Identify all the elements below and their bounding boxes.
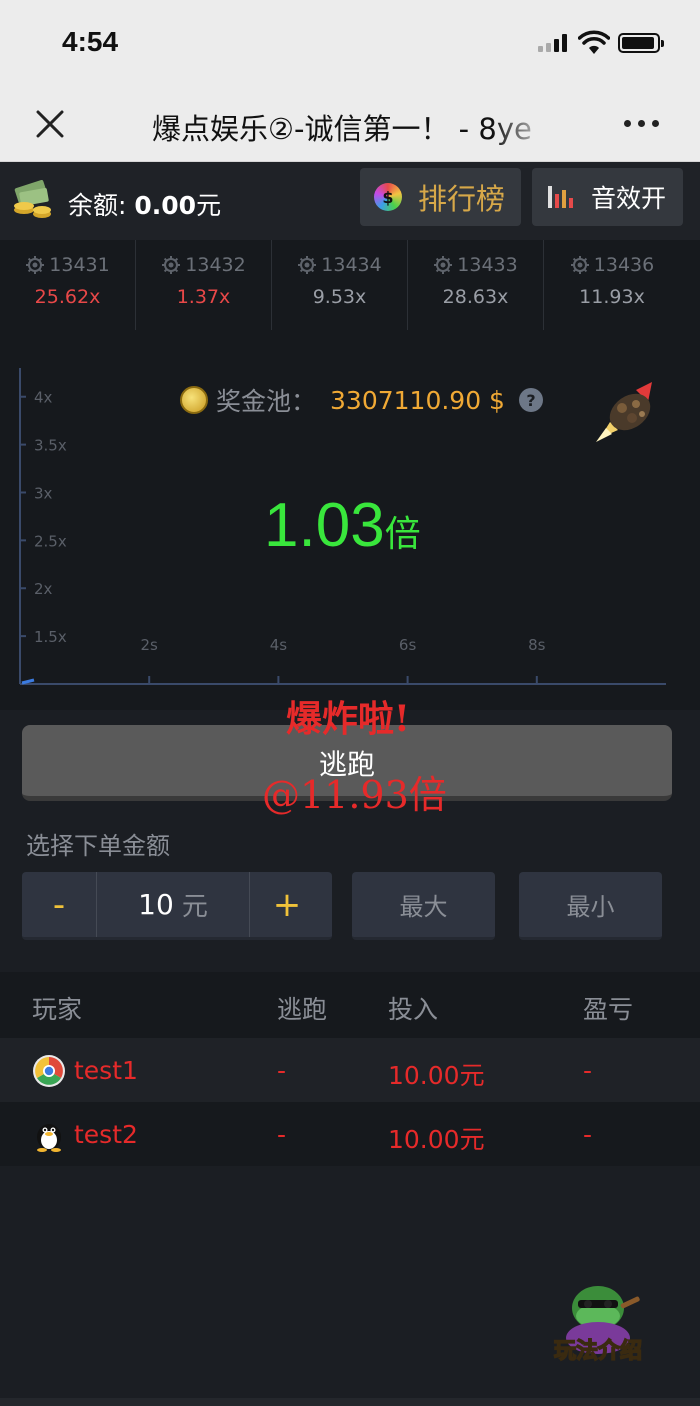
more-options-icon[interactable] bbox=[624, 120, 659, 127]
bottom-edge bbox=[0, 1398, 700, 1406]
multiplier-value: 1.03 bbox=[264, 491, 385, 560]
y-tick-label: 2.5x bbox=[34, 532, 67, 550]
x-tick-label: 6s bbox=[399, 636, 417, 654]
cellular-signal-icon bbox=[538, 34, 567, 52]
bet-amount-label: 选择下单金额 bbox=[26, 832, 170, 860]
leaderboard-button[interactable]: $ 排行榜 bbox=[360, 168, 521, 226]
history-multiplier: 25.62x bbox=[34, 286, 101, 308]
page-title: 爆点娱乐②-诚信第一！ - 8ye bbox=[152, 112, 532, 146]
dollar-coin-icon: $ bbox=[374, 183, 402, 211]
history-round-id: 13436 bbox=[593, 254, 655, 276]
sound-toggle-label: 音效开 bbox=[591, 184, 667, 213]
y-tick-label: 4x bbox=[34, 389, 53, 407]
current-multiplier: 1.03倍 bbox=[264, 490, 421, 561]
game-guide-button[interactable]: 玩法介绍 bbox=[544, 1278, 652, 1374]
bet-amount-unit: 元 bbox=[181, 892, 208, 922]
history-item[interactable]: 13433 28.63x bbox=[408, 240, 544, 330]
status-time: 4:54 bbox=[62, 26, 119, 57]
max-bet-button[interactable]: 最大 bbox=[352, 872, 495, 940]
gear-icon bbox=[26, 256, 45, 274]
history-item[interactable]: 13432 1.37x bbox=[136, 240, 272, 330]
gear-icon bbox=[162, 256, 181, 274]
player-bet: 10.00元 bbox=[388, 1061, 485, 1090]
player-profit: - bbox=[583, 1056, 593, 1085]
close-icon[interactable] bbox=[32, 106, 68, 142]
header-bet: 投入 bbox=[388, 995, 439, 1024]
x-tick-label: 8s bbox=[528, 636, 546, 654]
player-name: test1 bbox=[74, 1056, 138, 1085]
gear-icon bbox=[570, 256, 589, 274]
y-tick-label: 1.5x bbox=[34, 628, 67, 646]
player-profit: - bbox=[583, 1120, 593, 1149]
round-history: 13431 25.62x 13432 1.37x 13434 9.53x 134… bbox=[0, 240, 700, 330]
header-profit: 盈亏 bbox=[583, 995, 634, 1024]
status-bar: 4:54 bbox=[0, 0, 700, 88]
bet-amount-stepper: - 10 元 + bbox=[22, 872, 332, 940]
history-item[interactable]: 13431 25.62x bbox=[0, 240, 136, 330]
sound-bars-icon bbox=[548, 186, 573, 208]
prize-pool-label: 奖金池： bbox=[216, 387, 317, 416]
x-tick-label: 4s bbox=[270, 636, 288, 654]
history-round-id: 13432 bbox=[185, 254, 246, 276]
history-item[interactable]: 13436 11.93x bbox=[544, 240, 680, 330]
rocket-icon bbox=[596, 382, 652, 442]
wifi-icon bbox=[578, 30, 610, 54]
nav-bar: 爆点娱乐②-诚信第一！ - 8ye bbox=[0, 88, 700, 162]
history-item[interactable]: 13434 9.53x bbox=[272, 240, 408, 330]
prize-pool: 奖金池： 3307110.90 $ ? bbox=[180, 382, 543, 418]
y-tick-label: 3.5x bbox=[34, 437, 67, 455]
history-multiplier: 9.53x bbox=[312, 286, 367, 308]
crash-multiplier: @11.93倍 bbox=[262, 773, 447, 817]
players-table-header: 玩家 逃跑 投入 盈亏 bbox=[0, 972, 700, 1038]
game-guide-label: 玩法介绍 bbox=[554, 1338, 642, 1364]
header-player: 玩家 bbox=[32, 995, 83, 1024]
crash-message: 爆炸啦! bbox=[286, 698, 410, 740]
balance-display: 余额: 0.00元 bbox=[68, 186, 221, 222]
bet-amount-input[interactable]: 10 元 bbox=[96, 872, 250, 937]
bet-amount-value: 10 bbox=[138, 888, 174, 921]
x-tick-label: 2s bbox=[141, 636, 159, 654]
game-header: 余额: 0.00元 $ 排行榜 音效开 bbox=[0, 162, 700, 240]
battery-icon bbox=[618, 33, 664, 53]
player-escape: - bbox=[277, 1056, 287, 1085]
gold-coin-icon bbox=[180, 386, 208, 414]
multiplier-unit: 倍 bbox=[384, 514, 421, 555]
help-icon[interactable]: ? bbox=[518, 388, 543, 412]
leaderboard-label: 排行榜 bbox=[418, 182, 506, 216]
history-round-id: 13434 bbox=[321, 254, 382, 276]
gear-icon bbox=[298, 256, 317, 274]
balance-value: 0.00 bbox=[134, 191, 197, 220]
avatar bbox=[33, 1055, 65, 1087]
table-row: test2 - 10.00元 - bbox=[0, 1102, 700, 1166]
money-stack-icon bbox=[14, 180, 51, 218]
multiplier-chart: 4x 3.5x 3x 2.5x 2x 1.5x 2s 4s 6s 8s 奖金池： 3307110.… bbox=[0, 330, 700, 710]
gear-icon bbox=[434, 256, 453, 274]
y-tick-label: 3x bbox=[34, 484, 53, 502]
player-bet: 10.00元 bbox=[388, 1125, 485, 1154]
prize-pool-value: 3307110.90 $ bbox=[330, 385, 505, 415]
player-escape: - bbox=[277, 1120, 287, 1149]
history-multiplier: 28.63x bbox=[442, 286, 509, 308]
history-multiplier: 1.37x bbox=[176, 286, 231, 308]
decrease-button[interactable]: - bbox=[22, 872, 96, 937]
player-name: test2 bbox=[74, 1120, 138, 1149]
avatar bbox=[37, 1124, 61, 1152]
history-round-id: 13431 bbox=[49, 254, 110, 276]
balance-unit: 元 bbox=[196, 191, 222, 220]
y-tick-label: 2x bbox=[34, 580, 53, 598]
balance-label: 余额: bbox=[68, 191, 135, 220]
multiplier-curve bbox=[21, 678, 35, 685]
history-round-id: 13433 bbox=[457, 254, 518, 276]
header-escape: 逃跑 bbox=[277, 995, 328, 1024]
sound-toggle-button[interactable]: 音效开 bbox=[532, 168, 683, 226]
table-row: test1 - 10.00元 - bbox=[0, 1038, 700, 1102]
min-bet-button[interactable]: 最小 bbox=[519, 872, 662, 940]
increase-button[interactable]: + bbox=[250, 872, 324, 937]
history-multiplier: 11.93x bbox=[579, 286, 645, 308]
